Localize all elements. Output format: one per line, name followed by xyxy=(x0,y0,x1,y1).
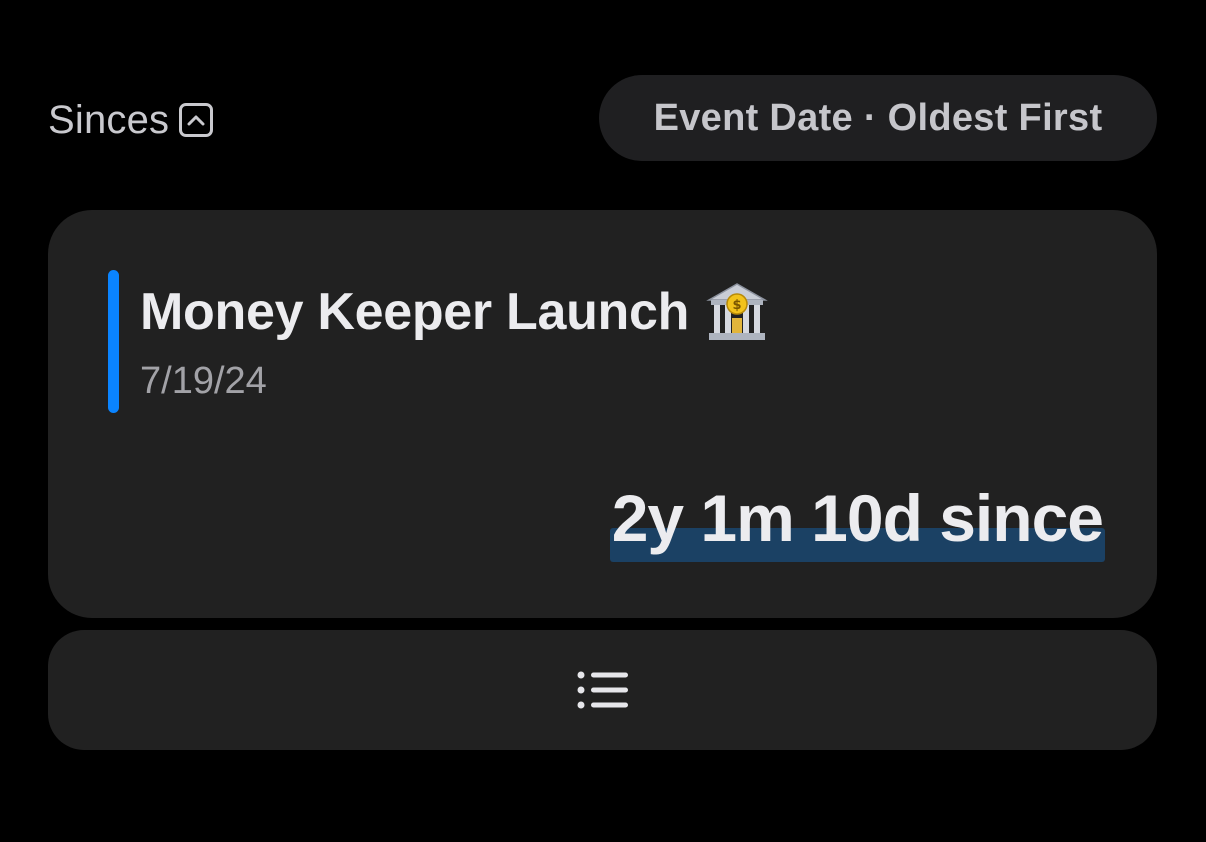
page-title: Sinces xyxy=(48,97,170,142)
sort-order-label: Event Date · Oldest First xyxy=(653,96,1103,139)
svg-text:$: $ xyxy=(733,298,742,313)
bank-building-icon: $ xyxy=(706,283,768,340)
elapsed-time-text: 2y 1m 10d since xyxy=(611,481,1104,555)
list-bullet-icon xyxy=(577,671,628,709)
sort-order-button[interactable]: Event Date · Oldest First xyxy=(599,75,1157,161)
chevron-up-square-icon xyxy=(179,103,214,137)
list-view-button[interactable] xyxy=(48,630,1157,750)
sinces-screen: Sinces Event Date · Oldest First Money K… xyxy=(0,0,1206,842)
event-title-row: Money Keeper Launch $ xyxy=(140,276,769,348)
sinces-title-toggle[interactable]: Sinces xyxy=(48,92,214,148)
event-date: 7/19/24 xyxy=(140,360,267,402)
elapsed-time-display: 2y 1m 10d since xyxy=(609,472,1105,564)
event-name: Money Keeper Launch xyxy=(140,283,690,341)
event-accent-bar xyxy=(108,270,119,413)
event-card[interactable]: Money Keeper Launch $ 7/19/24 2y 1m 10d … xyxy=(48,210,1157,618)
